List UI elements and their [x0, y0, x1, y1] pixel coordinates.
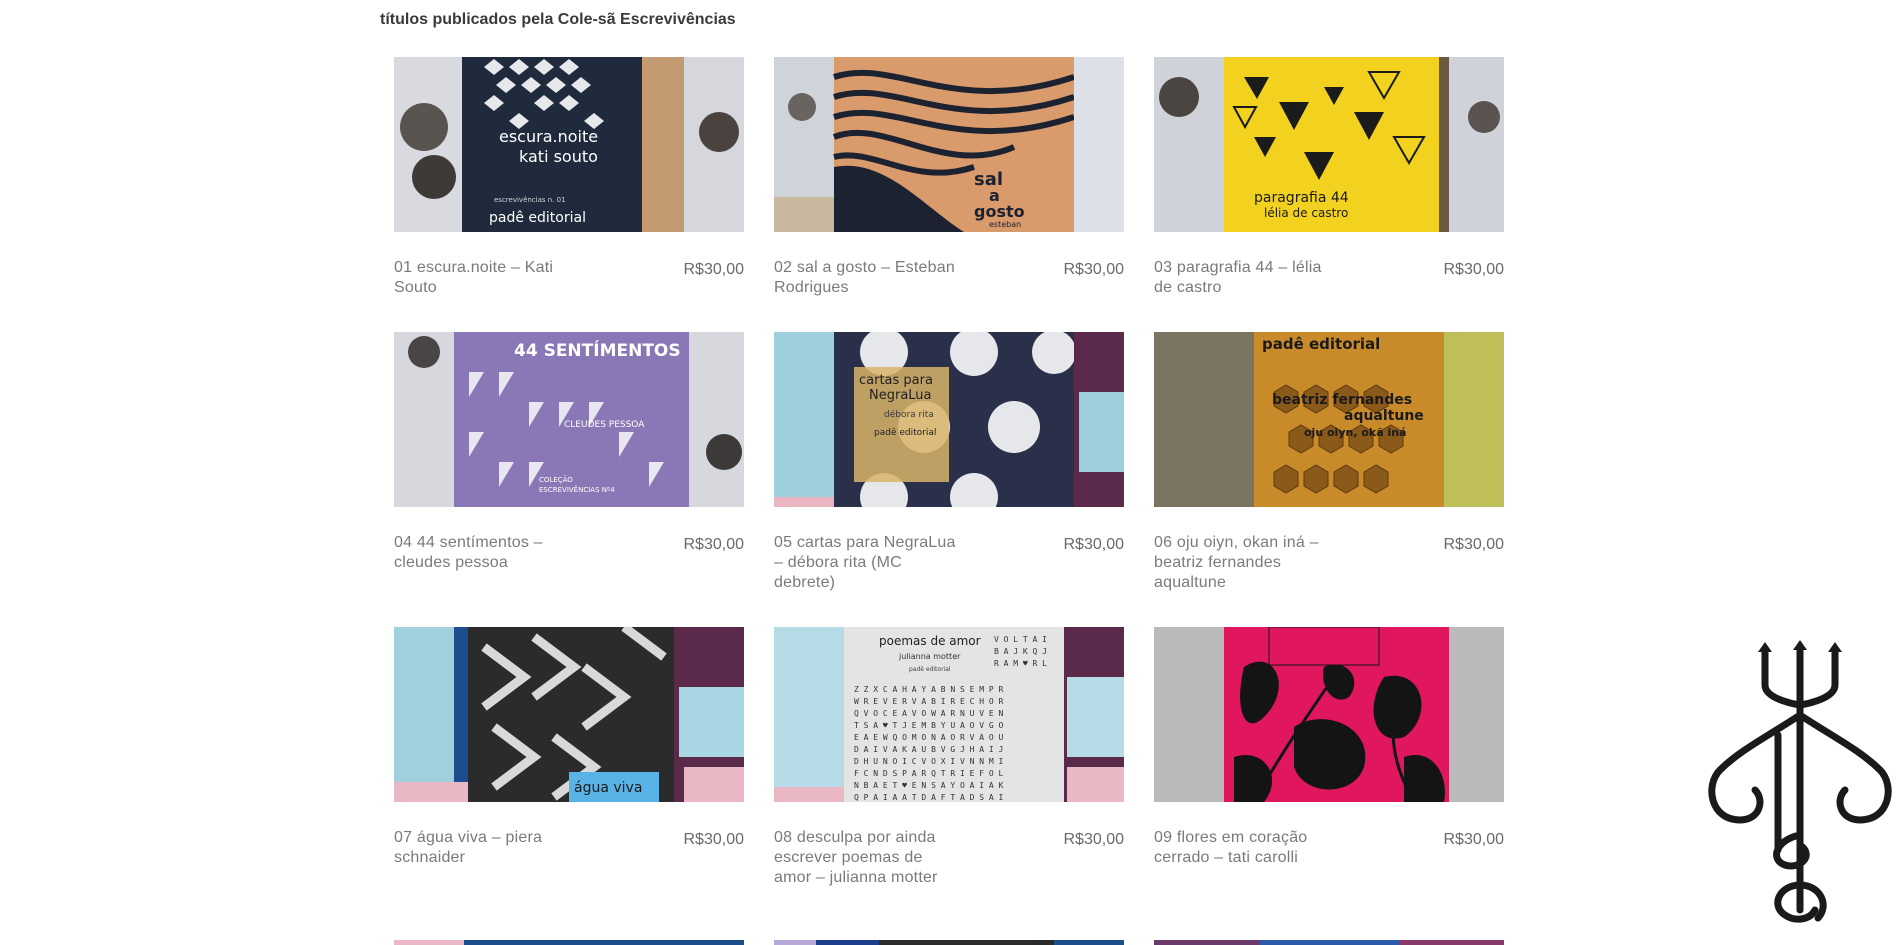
product-image-edge[interactable] [1154, 940, 1504, 945]
product-info: 05 cartas para NegraLua – débora rita (M… [774, 507, 1124, 593]
product-info: 04 44 sentímentos – cleudes pessoa R$30,… [394, 507, 744, 573]
cover-title-text: 44 SENTÍMENTOS [514, 339, 681, 361]
product-info: 07 água viva – piera schnaider R$30,00 [394, 802, 744, 868]
svg-text:Q P A I A A T D A F T A D S A: Q P A I A A T D A F T A D S A I [854, 793, 1003, 802]
product-card: sal a gosto esteban 02 sal a gosto – Est… [774, 57, 1124, 332]
product-image-link[interactable]: água viva [394, 627, 744, 802]
product-title-link[interactable]: 03 paragrafia 44 – lélia de castro [1154, 258, 1344, 298]
svg-text:D A I V A K A U B V G J H A I: D A I V A K A U B V G J H A I J [854, 745, 1003, 754]
product-card: Z Z X C A H A Y A B N S E M P R W R E V … [774, 627, 1124, 942]
book-cover-image: padê editorial beatriz fernandes aqualtu… [1154, 332, 1504, 507]
cover-title-text: paragrafia 44 [1254, 190, 1349, 206]
cover-collection-text: escrevivências n. 01 [494, 196, 566, 204]
product-price: R$30,00 [1443, 536, 1505, 553]
product-image-edge[interactable] [394, 940, 744, 945]
product-info: 01 escura.noite – Kati Souto R$30,00 [394, 232, 744, 298]
svg-text:E A E W Q O M O N A O R V A O: E A E W Q O M O N A O R V A O U [854, 733, 1003, 742]
cover-collection-text: COLEÇÃO [539, 475, 573, 484]
book-cover-image: 44 SENTÍMENTOS CLEUDES PESSOA COLEÇÃO ES… [394, 332, 744, 507]
product-image-edge[interactable] [774, 940, 1124, 945]
product-info: 03 paragrafia 44 – lélia de castro R$30,… [1154, 232, 1504, 298]
svg-text:N B A E T ♥ E N S A Y O A I A: N B A E T ♥ E N S A Y O A I A K [854, 781, 1003, 790]
product-image-link[interactable]: sal a gosto esteban [774, 57, 1124, 232]
cover-title-text: gosto [974, 202, 1025, 221]
book-cover-image: Z Z X C A H A Y A B N S E M P R W R E V … [774, 627, 1124, 802]
product-image-link[interactable]: 44 SENTÍMENTOS CLEUDES PESSOA COLEÇÃO ES… [394, 332, 744, 507]
cover-author-text: julianna motter [898, 652, 961, 661]
cover-author-text: CLEUDES PESSOA [564, 420, 645, 430]
product-image-link[interactable]: Z Z X C A H A Y A B N S E M P R W R E V … [774, 627, 1124, 802]
product-title-link[interactable]: 05 cartas para NegraLua – débora rita (M… [774, 533, 964, 593]
cover-title-text: NegraLua [869, 388, 932, 403]
product-price: R$30,00 [1063, 831, 1125, 848]
svg-text:B A J K Q J: B A J K Q J [994, 647, 1047, 656]
book-cover-image: sal a gosto esteban [774, 57, 1124, 232]
svg-text:Z Z X C A H A Y A B N S E M P: Z Z X C A H A Y A B N S E M P R [854, 685, 1003, 694]
product-card: água viva 07 água viva – piera schnaider… [394, 627, 744, 942]
svg-text:R A M ♥ R L: R A M ♥ R L [994, 659, 1047, 668]
product-price: R$30,00 [683, 261, 745, 278]
product-image-link[interactable]: cartas para NegraLua débora rita padê ed… [774, 332, 1124, 507]
section-title: títulos publicados pela Cole-sã Escreviv… [380, 11, 736, 28]
cover-collection-text: ESCREVIVÊNCIAS Nº4 [539, 485, 615, 494]
product-image-link[interactable]: escura.noite kati souto escrevivências n… [394, 57, 744, 232]
cover-publisher-text: padê editorial [874, 427, 936, 438]
product-price: R$30,00 [1063, 536, 1125, 553]
product-price: R$30,00 [683, 831, 745, 848]
product-card: 44 SENTÍMENTOS CLEUDES PESSOA COLEÇÃO ES… [394, 332, 744, 627]
product-title-link[interactable]: 08 desculpa por ainda escrever poemas de… [774, 828, 964, 888]
product-grid: escura.noite kati souto escrevivências n… [394, 57, 1505, 942]
cover-publisher-text: padê editorial [489, 210, 586, 226]
book-cover-image: água viva [394, 627, 744, 802]
cover-author-text: lélia de castro [1264, 206, 1348, 220]
svg-text:Q V O C E A V O W A R N U V E: Q V O C E A V O W A R N U V E N [854, 709, 1003, 718]
product-title-link[interactable]: 09 flores em coração cerrado – tati caro… [1154, 828, 1344, 868]
product-card: padê editorial beatriz fernandes aqualtu… [1154, 332, 1504, 627]
cover-author-text: débora rita [884, 409, 934, 420]
product-title-link[interactable]: 06 oju oiyn, okan iná – beatriz fernande… [1154, 533, 1344, 593]
book-cover-image: cartas para NegraLua débora rita padê ed… [774, 332, 1124, 507]
svg-text:F C N D S P A R Q T R I E F O: F C N D S P A R Q T R I E F O L [854, 769, 1003, 778]
product-title-link[interactable]: 04 44 sentímentos – cleudes pessoa [394, 533, 584, 573]
exu-trident-icon [1708, 640, 1892, 923]
svg-text:T S A ♥ T J E M B Y U A O V G: T S A ♥ T J E M B Y U A O V G O [854, 721, 1003, 730]
cover-author-text: kati souto [519, 147, 598, 166]
cover-title-text: escura.noite [499, 127, 598, 146]
book-cover-image [1154, 627, 1504, 802]
product-card: escura.noite kati souto escrevivências n… [394, 57, 744, 332]
cover-publisher-text: padê editorial [1262, 335, 1380, 353]
product-title-link[interactable]: 02 sal a gosto – Esteban Rodrigues [774, 258, 964, 298]
next-row-peek [394, 940, 1505, 945]
product-info: 02 sal a gosto – Esteban Rodrigues R$30,… [774, 232, 1124, 298]
cover-title-text: oju oiyn, okã iná [1304, 426, 1406, 439]
cover-author-text: beatriz fernandes [1272, 392, 1412, 408]
cover-title-text: poemas de amor [879, 634, 981, 648]
cover-title-text: cartas para [859, 373, 933, 388]
product-price: R$30,00 [1443, 831, 1505, 848]
product-price: R$30,00 [1063, 261, 1125, 278]
product-info: 08 desculpa por ainda escrever poemas de… [774, 802, 1124, 888]
product-card: 09 flores em coração cerrado – tati caro… [1154, 627, 1504, 942]
product-image-link[interactable]: padê editorial beatriz fernandes aqualtu… [1154, 332, 1504, 507]
product-card: cartas para NegraLua débora rita padê ed… [774, 332, 1124, 627]
cover-author-text: esteban [989, 220, 1021, 229]
cover-title-text: água viva [574, 780, 642, 796]
product-image-link[interactable] [1154, 627, 1504, 802]
cover-author-text: aqualtune [1344, 408, 1424, 424]
book-cover-image: escura.noite kati souto escrevivências n… [394, 57, 744, 232]
product-price: R$30,00 [683, 536, 745, 553]
book-cover-image: paragrafia 44 lélia de castro [1154, 57, 1504, 232]
product-title-link[interactable]: 07 água viva – piera schnaider [394, 828, 584, 868]
product-info: 09 flores em coração cerrado – tati caro… [1154, 802, 1504, 868]
product-info: 06 oju oiyn, okan iná – beatriz fernande… [1154, 507, 1504, 593]
cover-publisher-text: padê editorial [909, 666, 951, 673]
product-card: paragrafia 44 lélia de castro 03 paragra… [1154, 57, 1504, 332]
svg-text:W R E V E R V A B I R E C H O: W R E V E R V A B I R E C H O R [854, 697, 1003, 706]
product-title-link[interactable]: 01 escura.noite – Kati Souto [394, 258, 584, 298]
svg-text:D H U N O I C V O X I V N N M: D H U N O I C V O X I V N N M I [854, 757, 1003, 766]
product-image-link[interactable]: paragrafia 44 lélia de castro [1154, 57, 1504, 232]
product-price: R$30,00 [1443, 261, 1505, 278]
svg-text:V O L T A I: V O L T A I [994, 635, 1047, 644]
